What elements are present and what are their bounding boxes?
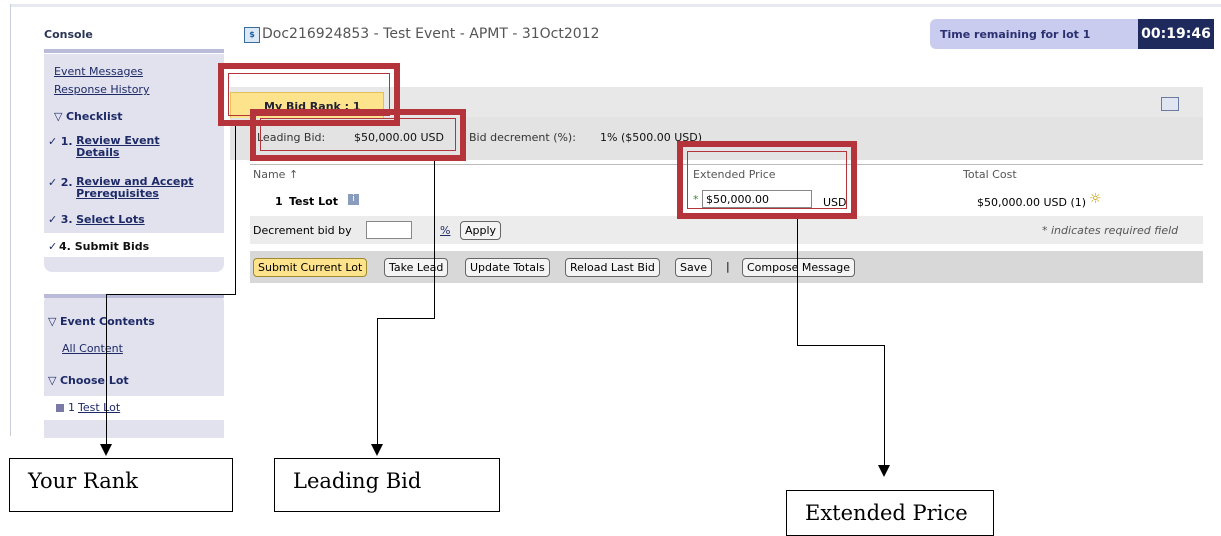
arrow-down-icon [371, 444, 383, 456]
column-name[interactable]: Name ↑ [253, 168, 298, 181]
checklist-num: 4. [59, 240, 71, 253]
decrement-label: Decrement bid by [253, 224, 352, 237]
take-lead-button[interactable]: Take Lead [384, 258, 449, 277]
leading-bid-callout-text: Leading Bid [293, 469, 422, 493]
required-note: * indicates required field [1042, 224, 1179, 237]
column-total-cost[interactable]: Total Cost [963, 168, 1017, 181]
leading-bid-callout: Leading Bid [274, 458, 500, 512]
button-separator: | [726, 260, 730, 273]
leading-bid-highlight-inner [260, 118, 456, 151]
check-icon: ✓ [48, 176, 58, 189]
review-accept-prerequisites-link[interactable]: Review and Accept Prerequisites [76, 176, 216, 200]
review-event-details-link[interactable]: Review Event Details [76, 135, 186, 159]
column-chooser-icon[interactable] [1161, 97, 1179, 111]
rank-connector [235, 126, 236, 294]
collapse-triangle-icon: ▽ [48, 315, 57, 328]
lot-number: 1 [275, 195, 283, 208]
lot-name: Test Lot [289, 195, 338, 208]
lot-link[interactable]: Test Lot [78, 401, 120, 414]
collapse-triangle-icon: ▽ [48, 374, 57, 387]
extended-price-connector [884, 345, 885, 465]
choose-lot-header[interactable]: ▽ Choose Lot [48, 374, 129, 387]
sidebar-separator [44, 49, 224, 53]
submit-bids-label: Submit Bids [74, 240, 150, 253]
submit-current-lot-button[interactable]: Submit Current Lot [253, 258, 368, 277]
update-totals-button[interactable]: Update Totals [465, 258, 550, 277]
rank-connector [106, 294, 236, 295]
event-contents-header[interactable]: ▽ Event Contents [48, 315, 155, 328]
rank-connector [106, 294, 107, 444]
info-icon[interactable]: i [348, 194, 359, 205]
checklist-heading: Checklist [65, 110, 123, 123]
checklist-num: 2. [60, 176, 73, 189]
collapse-triangle-icon: ▽ [54, 110, 63, 123]
checklist-num: 3. [60, 213, 73, 226]
save-button[interactable]: Save [675, 258, 713, 277]
decrement-input[interactable] [366, 221, 412, 239]
timer-value: 00:19:46 [1138, 19, 1214, 49]
bid-decrement-label: Bid decrement (%): [469, 131, 576, 144]
checklist-item-1[interactable]: ✓ 1. Review Event Details [48, 135, 224, 159]
sun-icon: ☼ [1089, 191, 1102, 207]
lot-num: 1 [68, 401, 75, 414]
percent-link[interactable]: % [440, 224, 450, 237]
rank-callout-text: Your Rank [28, 469, 138, 493]
apply-button[interactable]: Apply [460, 221, 502, 240]
checklist-item-3[interactable]: ✓ 3. Select Lots [48, 213, 224, 226]
check-icon: ✓ [48, 213, 58, 226]
timer-label: Time remaining for lot 1 [940, 28, 1091, 41]
rank-callout: Your Rank [9, 458, 233, 512]
all-content-link[interactable]: All Content [62, 342, 123, 355]
arrow-down-icon [878, 465, 890, 477]
lot-square-icon [56, 404, 64, 412]
extended-price-callout-text: Extended Price [805, 501, 968, 525]
left-divider [10, 4, 11, 436]
lot-list-item[interactable]: 1 Test Lot [44, 396, 224, 420]
leading-bid-connector [377, 318, 435, 319]
check-icon: ✓ [48, 135, 58, 148]
check-icon: ✓ [48, 240, 58, 253]
choose-lot-heading: Choose Lot [59, 374, 129, 387]
extended-price-highlight-inner [687, 151, 847, 209]
document-title: Doc216924853 - Test Event - APMT - 31Oct… [262, 26, 600, 42]
event-contents-heading: Event Contents [59, 315, 155, 328]
checklist-item-2[interactable]: ✓ 2. Review and Accept Prerequisites [48, 176, 224, 200]
reload-last-bid-button[interactable]: Reload Last Bid [565, 258, 660, 277]
document-icon: $ [244, 27, 260, 43]
extended-price-connector [797, 345, 884, 346]
checklist-header[interactable]: ▽ Checklist [54, 110, 123, 123]
checklist-item-4[interactable]: ✓ 4. Submit Bids [44, 233, 224, 257]
checklist-num: 1. [60, 135, 73, 148]
compose-message-button[interactable]: Compose Message [742, 258, 856, 277]
console-title: Console [44, 28, 93, 41]
top-divider [10, 4, 1221, 7]
extended-price-connector [797, 219, 798, 346]
response-history-link[interactable]: Response History [54, 83, 149, 96]
select-lots-link[interactable]: Select Lots [76, 213, 145, 226]
arrow-down-icon [100, 444, 112, 456]
total-cost-value: $50,000.00 USD (1) [977, 196, 1087, 209]
submit-bids-current: 4. Submit Bids [59, 240, 149, 253]
leading-bid-connector [434, 161, 435, 319]
leading-bid-connector [377, 318, 378, 444]
extended-price-callout: Extended Price [786, 490, 994, 536]
event-messages-link[interactable]: Event Messages [54, 65, 143, 78]
